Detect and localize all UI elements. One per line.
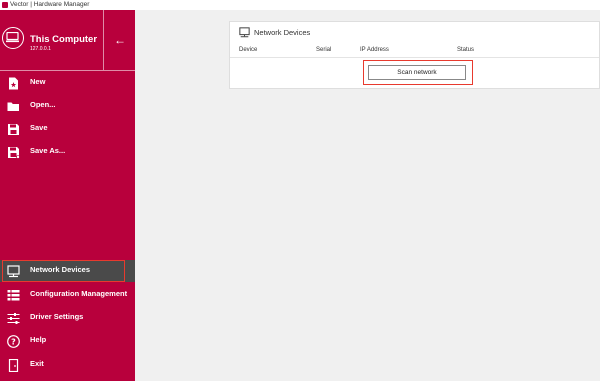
- svg-text:?: ?: [11, 338, 16, 347]
- nav-driver-settings-label: Driver Settings: [30, 312, 84, 321]
- sidebar: This Computer 127.0.0.1 ← New Open... Sa…: [0, 10, 135, 381]
- computer-icon: [2, 27, 24, 49]
- exit-icon: [8, 359, 19, 372]
- nav-configuration-management[interactable]: Configuration Management: [0, 284, 135, 306]
- nav-exit-label: Exit: [30, 359, 44, 368]
- back-arrow-icon[interactable]: ←: [114, 34, 126, 46]
- menu-save-as[interactable]: Save As...: [0, 141, 135, 163]
- save-as-icon: [8, 147, 20, 159]
- network-icon: [239, 27, 250, 38]
- sliders-icon: [7, 313, 20, 324]
- column-header-status[interactable]: Status: [457, 47, 474, 53]
- window-title: Vector | Hardware Manager: [10, 1, 90, 8]
- menu-save[interactable]: Save: [0, 118, 135, 140]
- save-icon: [8, 124, 19, 135]
- menu-new[interactable]: New: [0, 72, 135, 94]
- network-devices-panel: Network Devices Device Serial IP Address…: [229, 21, 600, 89]
- computer-name: This Computer: [30, 34, 98, 45]
- column-header-device[interactable]: Device: [239, 47, 257, 53]
- table-header-divider: [230, 57, 599, 58]
- nav-exit[interactable]: Exit: [0, 354, 135, 376]
- computer-header: This Computer 127.0.0.1 ←: [0, 10, 135, 71]
- nav-network-devices-label: Network Devices: [30, 265, 91, 274]
- configuration-icon: [7, 290, 20, 301]
- help-icon: ?: [7, 335, 20, 348]
- new-file-icon: [9, 77, 18, 90]
- computer-ip: 127.0.0.1: [30, 46, 51, 52]
- panel-title: Network Devices: [254, 28, 311, 37]
- menu-save-as-label: Save As...: [30, 146, 66, 155]
- column-header-serial[interactable]: Serial: [316, 47, 331, 53]
- nav-driver-settings[interactable]: Driver Settings: [0, 307, 135, 329]
- nav-configuration-management-label: Configuration Management: [30, 289, 128, 298]
- menu-new-label: New: [30, 77, 46, 86]
- header-divider: [103, 10, 104, 70]
- column-header-ip-address[interactable]: IP Address: [360, 47, 389, 53]
- nav-help[interactable]: ? Help: [0, 330, 135, 352]
- app-icon: [2, 2, 8, 8]
- menu-open-label: Open...: [30, 100, 56, 109]
- nav-help-label: Help: [30, 335, 47, 344]
- menu-open[interactable]: Open...: [0, 95, 135, 117]
- scan-network-button[interactable]: Scan network: [368, 65, 466, 80]
- menu-save-label: Save: [30, 123, 48, 132]
- title-bar: Vector | Hardware Manager: [0, 0, 600, 10]
- network-icon: [7, 265, 20, 278]
- folder-icon: [7, 102, 19, 111]
- nav-network-devices[interactable]: Network Devices: [0, 260, 135, 282]
